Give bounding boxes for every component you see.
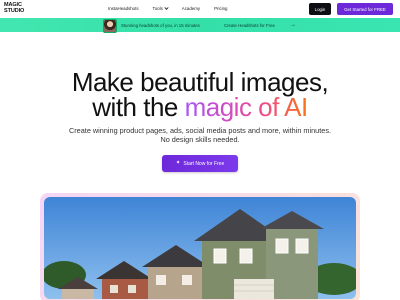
banner-text: Stunning headshots of you, in 15 minutes [121,22,200,28]
logo-line2: STUDIO [4,7,25,14]
main-nav: InstaHeadshots Tools Academy Pricing [108,5,228,11]
hero-subtitle-line1: Create winning product pages, ads, socia… [68,126,331,135]
headshot-avatar [103,19,117,33]
start-now-button[interactable]: ✦ Start Now for Free [162,155,238,172]
banner-link[interactable]: Create Headshots for Free [224,23,275,28]
get-started-button[interactable]: Get Started for FREE [337,3,393,15]
chevron-down-icon [164,5,169,10]
nav-item-pricing[interactable]: Pricing [214,6,227,11]
hero-title-accent: magic of AI [184,92,309,122]
hero-title-line2: with the [92,92,185,122]
hero-subtitle-line2: No design skills needed. [160,135,240,144]
promo-banner[interactable]: Stunning headshots of you, in 15 minutes… [0,18,400,33]
showcase-card [40,193,360,300]
login-button[interactable]: Login [309,3,331,15]
magic-studio-logo[interactable]: MAGIC STUDIO [4,2,26,15]
hero-title: Make beautiful images, with the magic of… [0,69,400,122]
top-navbar: MAGIC STUDIO InstaHeadshots Tools Academ… [0,0,400,18]
nav-item-academy[interactable]: Academy [182,6,200,11]
start-now-label: Start Now for Free [183,160,225,167]
arrow-right-icon[interactable]: → [290,22,296,28]
sparkle-icon: ✦ [175,160,181,166]
nav-item-instaheadshots[interactable]: InstaHeadshots [108,6,139,11]
nav-item-tools[interactable]: Tools [153,5,169,11]
hero-subtitle: Create winning product pages, ads, socia… [0,126,400,144]
suburban-houses-photo [44,197,356,299]
